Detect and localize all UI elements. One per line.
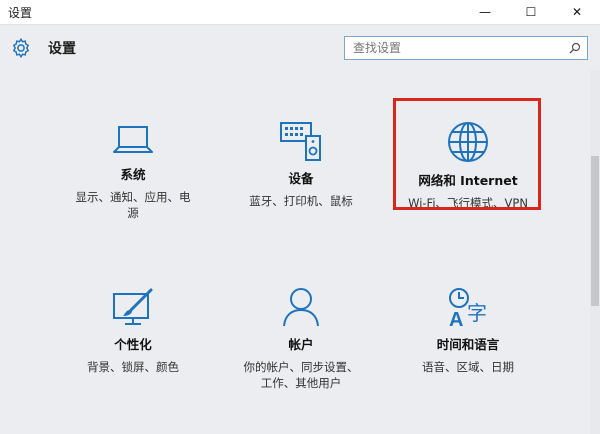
tile-devices[interactable]: 设备 蓝牙、打印机、鼠标 bbox=[216, 120, 386, 209]
gear-icon bbox=[12, 37, 30, 59]
scrollbar-thumb[interactable] bbox=[591, 156, 599, 306]
scrollbar[interactable] bbox=[590, 70, 600, 434]
tile-devices-desc: 蓝牙、打印机、鼠标 bbox=[216, 193, 386, 209]
search-box[interactable] bbox=[344, 36, 588, 60]
tile-devices-desc-line: 蓝牙、打印机、鼠标 bbox=[249, 194, 353, 208]
minimize-button[interactable]: — bbox=[462, 0, 508, 24]
tile-accounts-name: 帐户 bbox=[288, 337, 314, 352]
tile-system-desc-line: 显示、通知、应用、电 bbox=[75, 190, 191, 204]
devices-icon bbox=[280, 122, 321, 161]
svg-text:A: A bbox=[449, 309, 463, 328]
person-icon bbox=[283, 288, 319, 327]
tile-personalization-desc: 背景、锁屏、颜色 bbox=[48, 359, 218, 375]
maximize-icon: ☐ bbox=[525, 5, 537, 19]
window-controls: — ☐ ✕ bbox=[462, 0, 600, 24]
tile-devices-name: 设备 bbox=[288, 171, 314, 186]
paint-icon bbox=[113, 288, 153, 325]
title-bar: 设置 — ☐ ✕ bbox=[0, 0, 600, 25]
window-title: 设置 bbox=[8, 5, 33, 20]
search-input[interactable] bbox=[351, 40, 555, 56]
settings-header: 设置 bbox=[0, 25, 600, 71]
tile-accounts-desc-line: 工作、其他用户 bbox=[260, 376, 342, 390]
tile-accounts[interactable]: 帐户 你的帐户、同步设置、 工作、其他用户 bbox=[216, 286, 386, 391]
tile-personalization-name: 个性化 bbox=[114, 337, 152, 352]
tile-time-language-name: 时间和语言 bbox=[436, 337, 500, 352]
settings-brand: 设置 bbox=[10, 37, 76, 59]
tile-system-desc: 显示、通知、应用、电 源 bbox=[48, 189, 218, 221]
time-language-icon: A 字 bbox=[449, 288, 487, 328]
tile-accounts-desc-line: 你的帐户、同步设置、 bbox=[243, 360, 359, 374]
close-icon: ✕ bbox=[571, 5, 583, 19]
tile-accounts-desc: 你的帐户、同步设置、 工作、其他用户 bbox=[216, 359, 386, 391]
tile-time-language[interactable]: A 字 时间和语言 语音、区域、日期 bbox=[383, 286, 553, 375]
tile-personalization[interactable]: 个性化 背景、锁屏、颜色 bbox=[48, 288, 218, 375]
svg-text:字: 字 bbox=[467, 301, 487, 325]
highlight-box bbox=[393, 98, 541, 210]
tile-system-desc-line: 源 bbox=[127, 206, 139, 220]
maximize-button[interactable]: ☐ bbox=[508, 0, 554, 24]
settings-label: 设置 bbox=[48, 41, 76, 57]
search-icon[interactable] bbox=[569, 42, 581, 54]
tile-personalization-desc-line: 背景、锁屏、颜色 bbox=[87, 360, 179, 374]
minimize-icon: — bbox=[479, 5, 491, 19]
tile-time-language-desc-line: 语音、区域、日期 bbox=[422, 360, 514, 374]
laptop-icon bbox=[113, 126, 153, 153]
tile-system-name: 系统 bbox=[120, 167, 146, 182]
tile-system[interactable]: 系统 显示、通知、应用、电 源 bbox=[48, 122, 218, 221]
settings-window: 设置 — ☐ ✕ 设置 查找设置 系统 显示、通知、应用、电 源 设备 蓝牙、打… bbox=[0, 0, 600, 434]
close-button[interactable]: ✕ bbox=[554, 0, 600, 24]
tile-time-language-desc: 语音、区域、日期 bbox=[383, 359, 553, 375]
